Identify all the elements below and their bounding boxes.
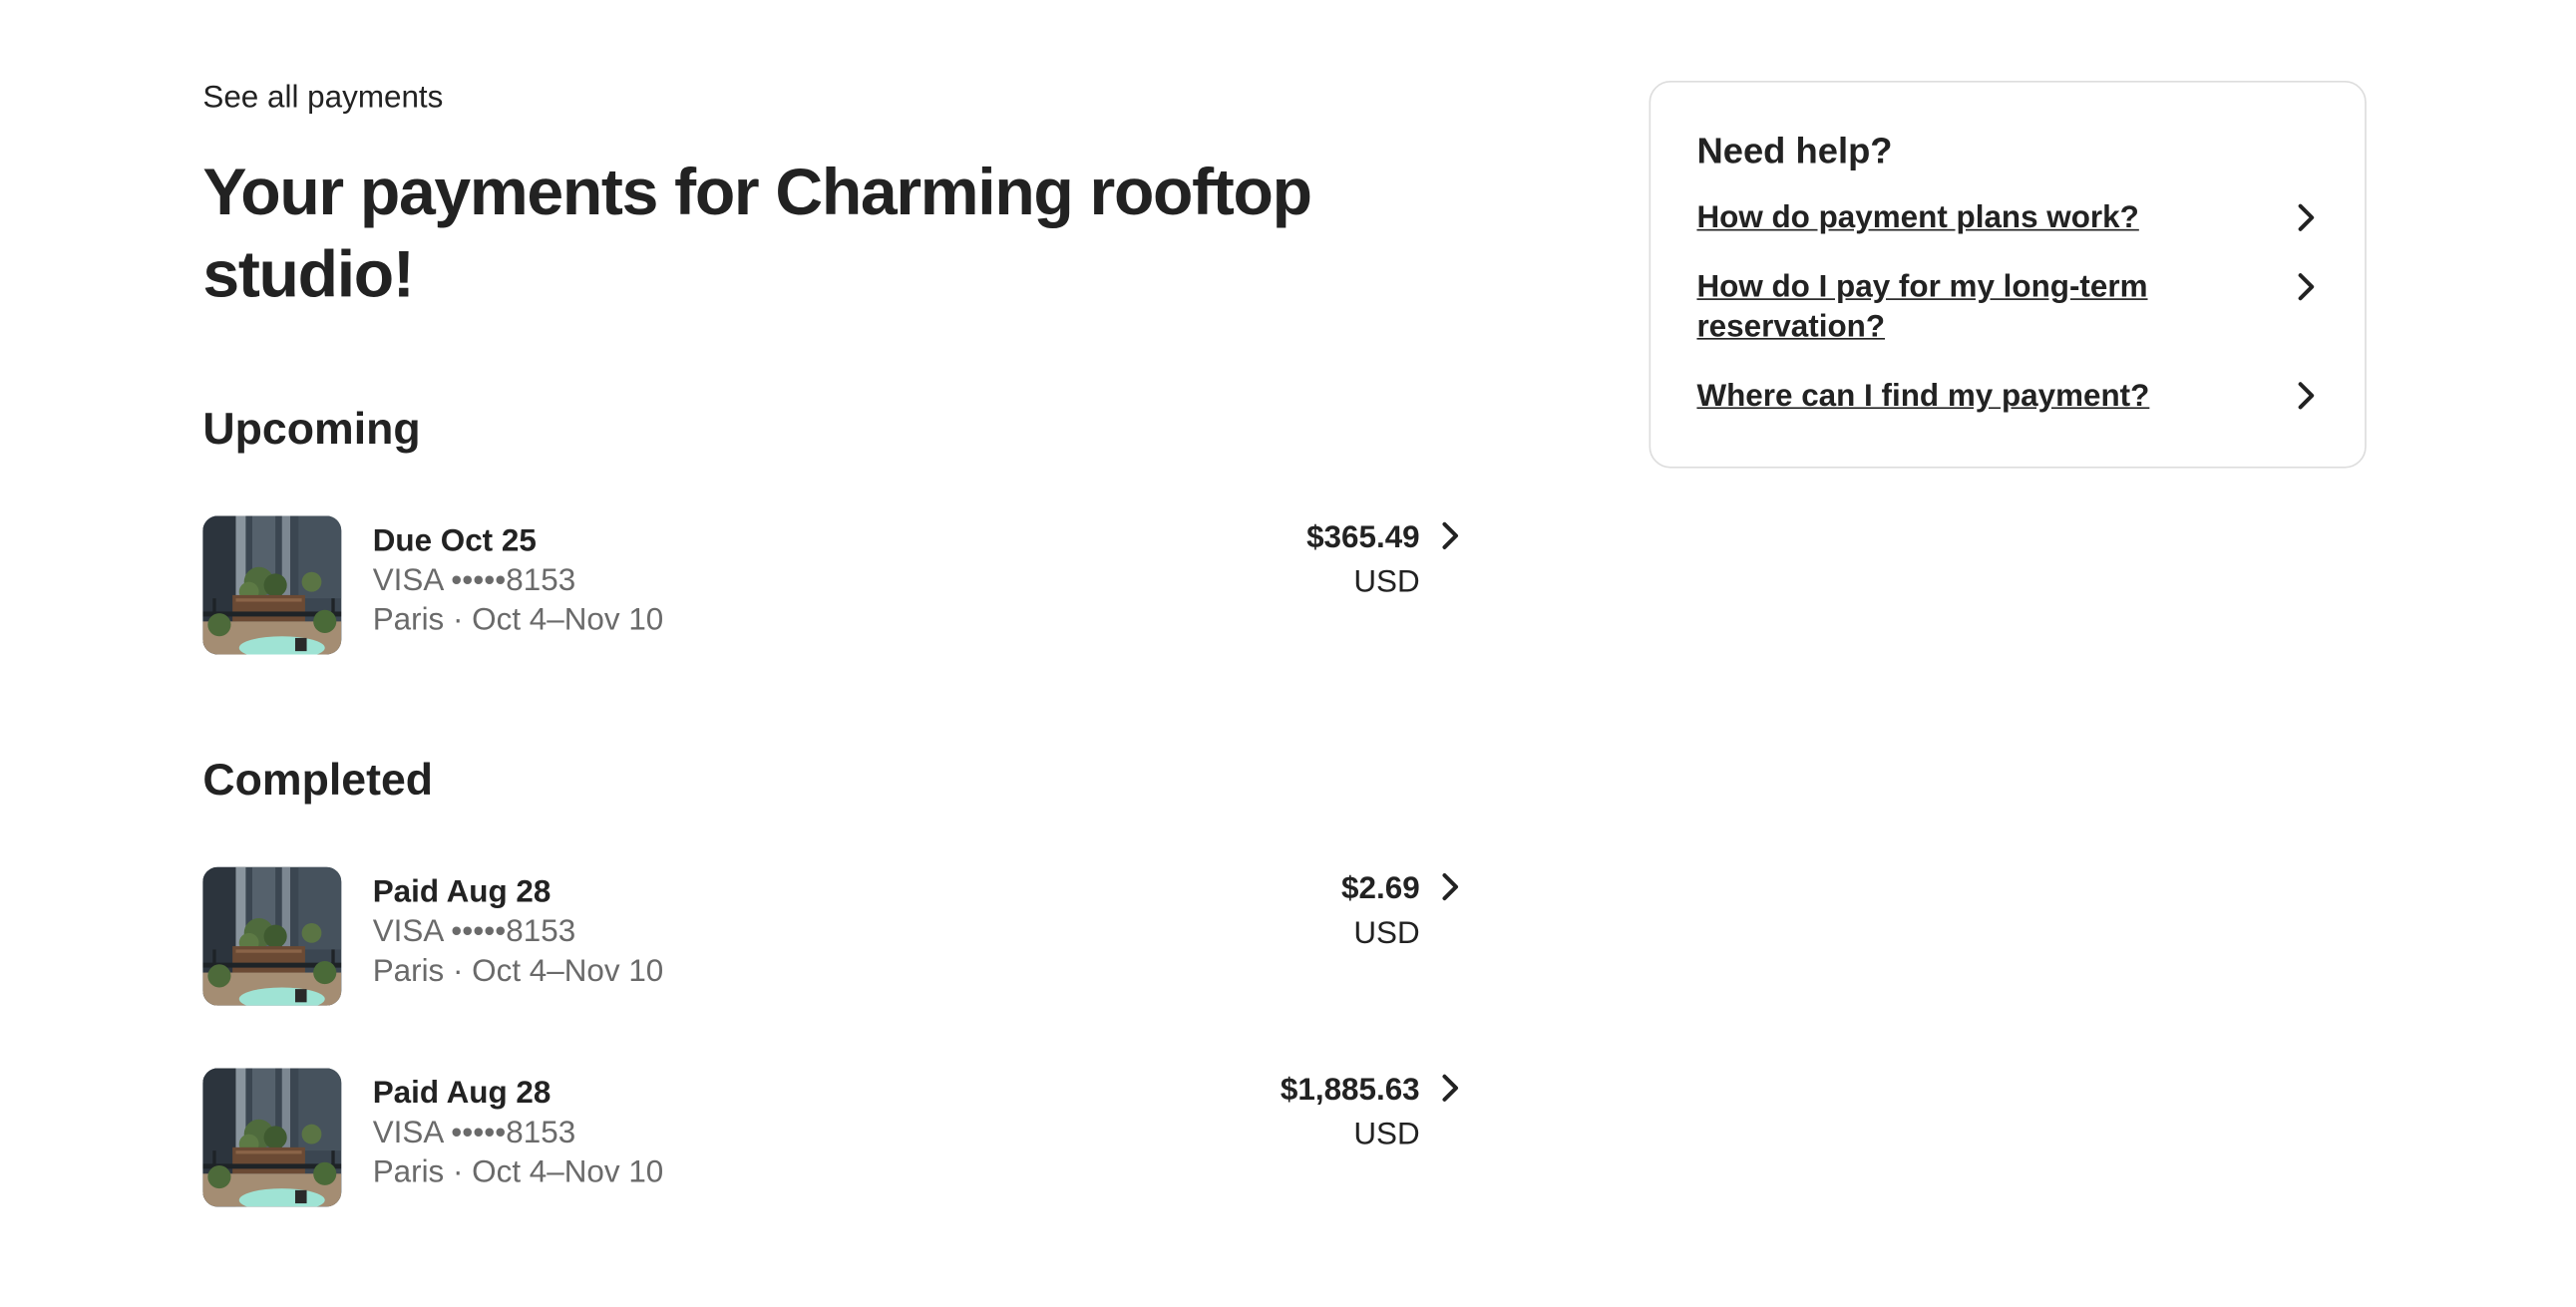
payment-row[interactable]: Due Oct 25 VISA •••••8153 Paris · Oct 4–…	[202, 515, 1472, 658]
payment-row[interactable]: Paid Aug 28 VISA •••••8153 Paris · Oct 4…	[202, 866, 1472, 1009]
payment-currency: USD	[1353, 1118, 1420, 1152]
payment-currency: USD	[1353, 916, 1420, 952]
payment-amount-block: $1,885.63 USD	[1281, 1070, 1420, 1158]
help-link-find-payment[interactable]: Where can I find my payment?	[1696, 378, 2318, 418]
listing-thumbnail	[202, 866, 342, 1006]
chevron-right-icon	[2289, 201, 2322, 234]
payment-info: Due Oct 25 VISA •••••8153 Paris · Oct 4–…	[373, 522, 664, 641]
payment-amount-block: $2.69 USD	[1341, 868, 1420, 957]
help-link-long-term-reservation[interactable]: How do I pay for my long-term reservatio…	[1696, 269, 2318, 348]
payment-row[interactable]: Paid Aug 28 VISA •••••8153 Paris · Oct 4…	[202, 1068, 1472, 1209]
payment-status: Paid Aug 28	[372, 1076, 552, 1112]
section-title-completed: Completed	[202, 755, 434, 805]
listing-thumbnail	[202, 1068, 342, 1207]
payment-currency: USD	[1353, 565, 1420, 600]
section-title-upcoming: Upcoming	[202, 404, 421, 454]
completed-payments-list: Paid Aug 28 VISA •••••8153 Paris · Oct 4…	[202, 866, 1472, 1210]
payment-amount: $2.69	[1341, 871, 1420, 907]
chevron-right-icon[interactable]	[1433, 519, 1466, 552]
payment-card: VISA •••••8153	[372, 563, 576, 599]
see-all-payments-link[interactable]: See all payments	[202, 79, 443, 119]
payment-trip: Paris · Oct 4–Nov 10	[372, 954, 664, 990]
chevron-right-icon[interactable]	[1433, 870, 1466, 903]
help-link-label: How do payment plans work?	[1696, 200, 2139, 236]
payment-status: Due Oct 25	[372, 523, 537, 559]
payment-amount: $365.49	[1306, 520, 1420, 556]
upcoming-payments-list: Due Oct 25 VISA •••••8153 Paris · Oct 4–…	[202, 515, 1472, 658]
help-link-label: Where can I find my payment?	[1696, 379, 2150, 415]
payment-trip: Paris · Oct 4–Nov 10	[372, 603, 664, 638]
upcoming-section: Upcoming Due Oct 25 VISA •••••8153 Paris…	[202, 402, 1472, 657]
help-title: Need help?	[1696, 130, 1893, 171]
payments-page: See all payments Your payments for Charm…	[0, 0, 2576, 1307]
need-help-card: Need help? How do payment plans work? Ho…	[1649, 81, 2367, 469]
payment-amount-block: $365.49 USD	[1306, 517, 1420, 606]
payment-amount: $1,885.63	[1280, 1073, 1420, 1109]
payment-trip: Paris · Oct 4–Nov 10	[372, 1155, 664, 1190]
help-link-label: How do I pay for my long-term reservatio…	[1696, 270, 2148, 345]
listing-thumbnail	[202, 515, 342, 655]
payments-main: See all payments Your payments for Charm…	[202, 79, 1472, 1209]
chevron-right-icon	[2289, 270, 2322, 303]
payment-card: VISA •••••8153	[372, 1116, 576, 1151]
completed-section: Completed Paid Aug 28 VISA •••••8153 Par…	[202, 754, 1472, 1210]
payment-info: Paid Aug 28 VISA •••••8153 Paris · Oct 4…	[373, 1075, 664, 1193]
chevron-right-icon	[2289, 379, 2322, 412]
help-link-payment-plans[interactable]: How do payment plans work?	[1696, 199, 2318, 239]
chevron-right-icon[interactable]	[1433, 1072, 1466, 1105]
payment-info: Paid Aug 28 VISA •••••8153 Paris · Oct 4…	[373, 873, 664, 992]
payment-card: VISA •••••8153	[372, 914, 576, 950]
page-title: Your payments for Charming rooftop studi…	[202, 157, 1312, 312]
payment-status: Paid Aug 28	[372, 875, 552, 910]
